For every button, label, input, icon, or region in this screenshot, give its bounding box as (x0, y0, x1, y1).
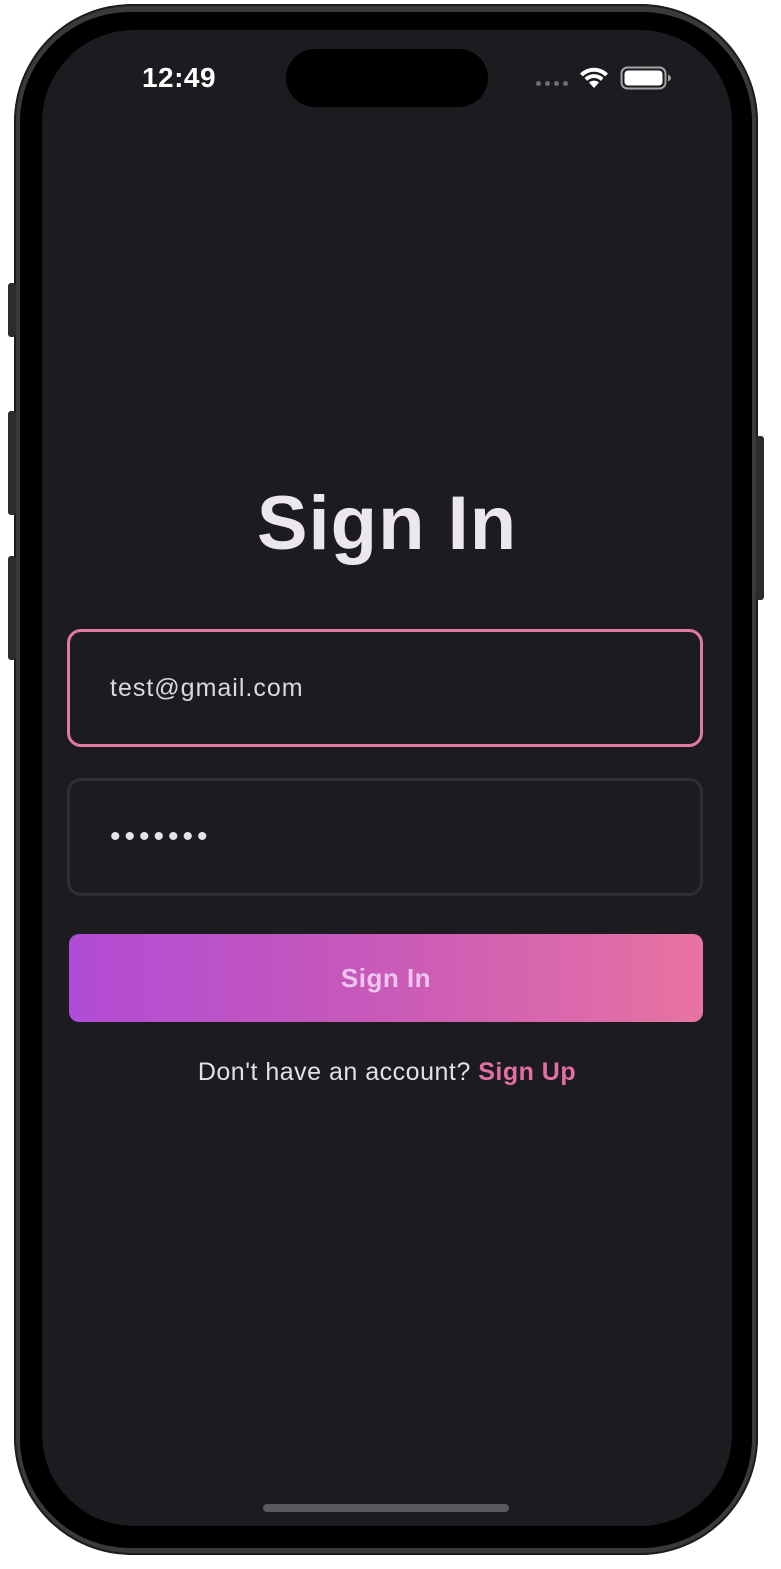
sign-up-prompt-text: Don't have an account? (197, 1058, 479, 1086)
battery-icon (620, 66, 671, 90)
sign-up-prompt-row: Don't have an account? Sign Up (42, 1058, 732, 1087)
app-screen: 12:49 Sign In Sign In Don't have an acco… (42, 30, 732, 1526)
action-button (8, 283, 16, 337)
sign-up-link[interactable]: Sign Up (478, 1058, 576, 1086)
password-field[interactable] (110, 781, 670, 893)
home-indicator[interactable] (263, 1504, 509, 1512)
volume-up-button (8, 411, 16, 515)
sign-in-button[interactable]: Sign In (69, 934, 703, 1022)
password-field-container (67, 778, 703, 896)
email-field-container (67, 629, 703, 747)
volume-down-button (8, 556, 16, 660)
cellular-signal-icon (536, 80, 568, 86)
status-time: 12:49 (141, 62, 217, 93)
wifi-icon (580, 67, 608, 88)
email-field[interactable] (110, 632, 670, 744)
status-indicators (536, 66, 672, 90)
page-title: Sign In (256, 481, 518, 566)
power-button (756, 436, 764, 600)
dynamic-island (286, 49, 488, 107)
